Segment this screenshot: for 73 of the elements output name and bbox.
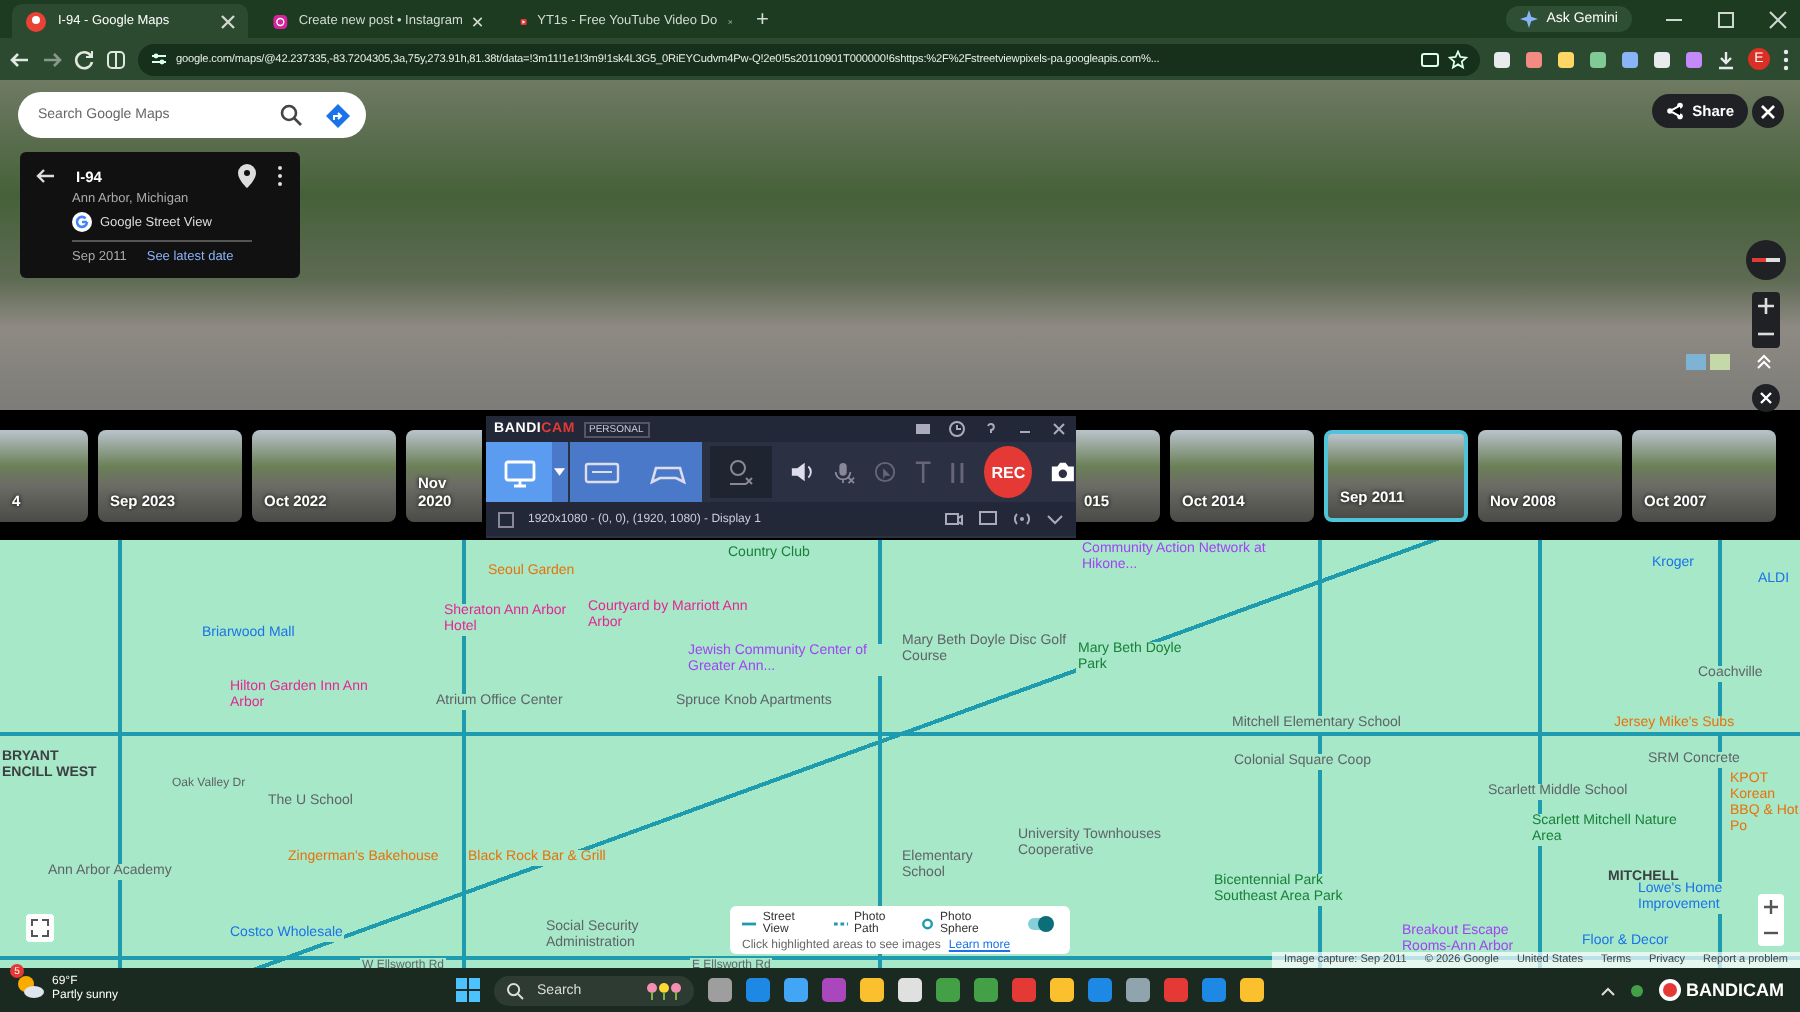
close-icon[interactable] (1752, 96, 1784, 128)
close-icon[interactable] (1050, 420, 1068, 438)
close-icon[interactable] (1768, 9, 1788, 29)
close-icon[interactable] (1752, 384, 1780, 412)
webcam-toggle[interactable] (709, 446, 772, 498)
monitor-icon (501, 457, 538, 487)
camera-icon (272, 9, 289, 33)
download-icon[interactable] (1716, 49, 1736, 69)
clock-icon[interactable] (948, 420, 966, 438)
chevron-up-icon[interactable] (1600, 985, 1617, 995)
question-mark-icon[interactable] (982, 420, 1000, 438)
app-icon[interactable] (707, 978, 732, 1002)
dot-icon (922, 918, 935, 930)
reload-icon[interactable] (74, 49, 94, 69)
letter-g-logo-icon (72, 212, 92, 232)
directions-icon[interactable] (326, 103, 350, 127)
split-view-icon[interactable] (106, 49, 126, 69)
more-menu-icon[interactable] (276, 164, 284, 188)
sun-cloud-icon (16, 974, 44, 998)
microphone-off-icon[interactable] (831, 459, 856, 485)
close-icon[interactable] (472, 13, 484, 29)
device-icon (584, 457, 621, 487)
forward-arrow-icon[interactable] (42, 49, 62, 69)
back-arrow-icon[interactable] (36, 166, 56, 186)
toggle-switch[interactable] (1027, 918, 1050, 930)
app-icon[interactable] (859, 978, 884, 1002)
back-arrow-icon[interactable] (10, 49, 30, 69)
video-settings-icon[interactable] (944, 510, 964, 528)
windows-start-icon[interactable] (455, 978, 480, 1002)
collapse-chevron-icon[interactable] (1756, 354, 1772, 370)
maximize-icon[interactable] (1716, 9, 1736, 29)
record-dot-icon (1658, 978, 1683, 1002)
speaker-icon[interactable] (789, 460, 814, 484)
layers-thumbnail-icon[interactable] (1686, 354, 1730, 374)
compass-icon[interactable] (1746, 240, 1786, 280)
share-icon (1666, 102, 1685, 120)
webcam-off-icon (726, 458, 755, 486)
zoom-controls[interactable] (1752, 292, 1780, 348)
mode-tab[interactable] (486, 442, 553, 502)
record-button[interactable]: REC (984, 446, 1033, 498)
zoom-in-icon[interactable] (1762, 898, 1780, 916)
close-icon[interactable] (220, 13, 236, 29)
status-dot-icon (1630, 983, 1645, 997)
chevron-down-icon[interactable] (1046, 513, 1064, 525)
new-tab-button[interactable]: + (756, 7, 769, 31)
zoom-controls[interactable] (1758, 894, 1784, 946)
more-menu-icon[interactable] (1782, 47, 1790, 71)
recorder-logo[interactable]: BANDICAM (1658, 978, 1785, 1002)
sparkle-icon (1520, 10, 1539, 28)
folder-icon[interactable] (914, 420, 932, 438)
app-icon[interactable] (783, 978, 808, 1002)
camera-icon[interactable] (1050, 460, 1077, 484)
app-icon[interactable] (1049, 978, 1074, 1002)
screen-settings-icon[interactable] (978, 510, 998, 528)
checkbox[interactable] (498, 511, 514, 527)
star-icon[interactable] (1448, 49, 1468, 69)
site-settings-icon (150, 50, 168, 68)
fullscreen-icon[interactable] (26, 914, 54, 942)
install-icon (1420, 49, 1440, 69)
search-icon (505, 981, 524, 999)
solid-line-icon (742, 920, 757, 928)
app-icon[interactable] (935, 978, 960, 1002)
mode-tab[interactable] (635, 442, 702, 502)
app-icon[interactable] (1125, 978, 1150, 1002)
mode-tab[interactable] (569, 442, 636, 502)
app-icon[interactable] (897, 978, 922, 1002)
app-icon[interactable] (973, 978, 998, 1002)
dropdown-caret-icon[interactable] (552, 442, 568, 502)
app-icon[interactable] (1239, 978, 1264, 1002)
dashed-line-icon (833, 920, 849, 928)
tulips-icon (645, 980, 682, 1000)
search-icon[interactable] (280, 104, 302, 126)
broadcast-icon[interactable] (1012, 510, 1032, 528)
